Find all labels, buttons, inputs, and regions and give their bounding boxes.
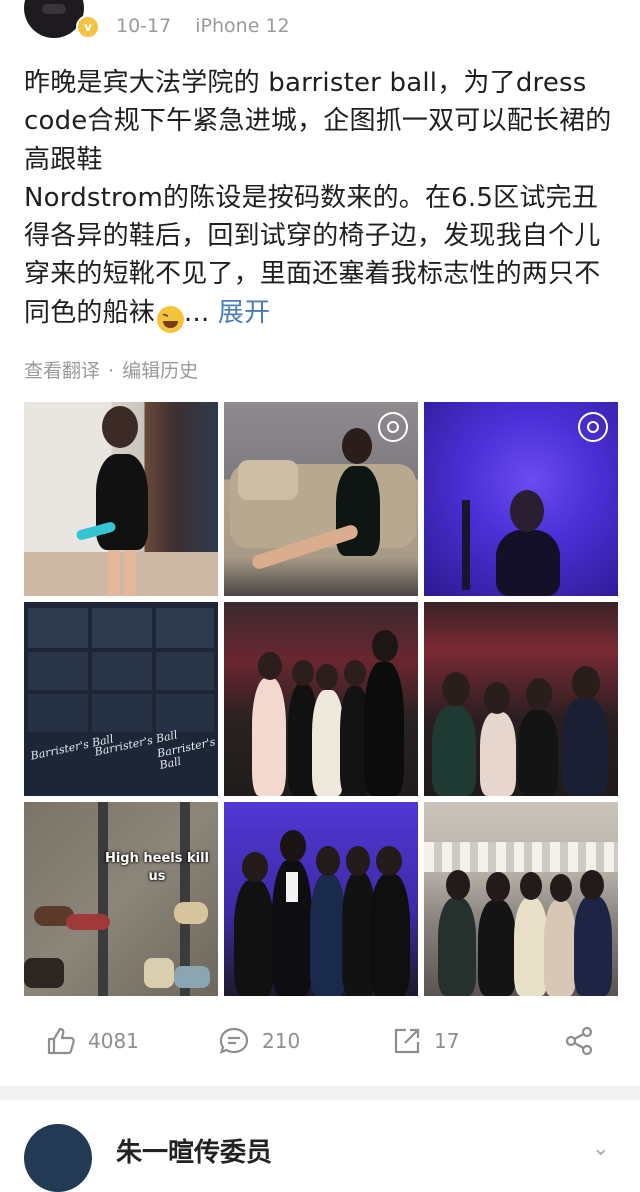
avatar[interactable]: [24, 0, 84, 38]
post-date: 10-17: [116, 15, 172, 37]
photo-8[interactable]: [224, 802, 418, 996]
repost-count: 17: [434, 1029, 460, 1053]
repost-button[interactable]: 17: [392, 1026, 459, 1056]
comment-count: 210: [262, 1029, 301, 1053]
comment-icon: [219, 1027, 249, 1054]
photo-caption-overlay: High heels kill us: [104, 851, 210, 884]
live-photo-icon: [378, 412, 408, 442]
expand-link[interactable]: 展开: [218, 298, 270, 328]
photo-3[interactable]: [424, 402, 618, 596]
ellipsis: ...: [184, 297, 210, 328]
post-divider: [0, 1086, 640, 1100]
post-paragraph-2: Nordstrom的陈设是按码数来的。在6.5区试完丑得各异的鞋后，回到试穿的椅…: [24, 179, 624, 333]
separator-dot: ·: [108, 360, 115, 382]
comment-button[interactable]: 210: [218, 1026, 300, 1056]
edit-history-link[interactable]: 编辑历史: [122, 360, 198, 382]
share-icon: [565, 1026, 593, 1056]
post-meta: v 10-17 iPhone 12: [0, 0, 640, 52]
photo-9[interactable]: [424, 802, 618, 996]
photo-4[interactable]: Barrister's Ball Barrister's Ball Barris…: [24, 602, 218, 796]
post-device: iPhone 12: [195, 15, 290, 37]
post-text: 昨晚是宾大法学院的 barrister ball，为了dress code合规下…: [24, 64, 624, 333]
photo-2[interactable]: [224, 402, 418, 596]
post-action-bar: 4081 210 17: [0, 1012, 640, 1068]
translate-link[interactable]: 查看翻译: [24, 360, 100, 382]
next-post-preview[interactable]: 朱一暄传委员 ⌄: [0, 1100, 640, 1192]
verified-badge-icon: v: [76, 15, 100, 39]
post-paragraph-1: 昨晚是宾大法学院的 barrister ball，为了dress code合规下…: [24, 68, 612, 175]
photo-1[interactable]: [24, 402, 218, 596]
live-photo-icon: [578, 412, 608, 442]
repost-icon: [394, 1028, 420, 1054]
post-meta-text: 10-17 iPhone 12: [116, 15, 290, 37]
next-post-avatar[interactable]: [24, 1124, 92, 1192]
photo-7[interactable]: High heels kill us: [24, 802, 218, 996]
photo-5[interactable]: [224, 602, 418, 796]
chevron-down-icon[interactable]: ⌄: [592, 1136, 610, 1161]
like-button[interactable]: 4081: [46, 1026, 139, 1056]
photo-6[interactable]: [424, 602, 618, 796]
laughing-emoji-icon: 😆: [157, 305, 185, 333]
post-sub-links: 查看翻译 · 编辑历史: [24, 356, 198, 383]
thumbs-up-icon: [47, 1027, 75, 1055]
photo-grid: Barrister's Ball Barrister's Ball Barris…: [24, 402, 618, 996]
like-count: 4081: [88, 1029, 139, 1053]
share-button[interactable]: [564, 1026, 606, 1056]
post-paragraph-2-text: Nordstrom的陈设是按码数来的。在6.5区试完丑得各异的鞋后，回到试穿的椅…: [24, 182, 601, 328]
next-post-author[interactable]: 朱一暄传委员: [116, 1132, 272, 1169]
